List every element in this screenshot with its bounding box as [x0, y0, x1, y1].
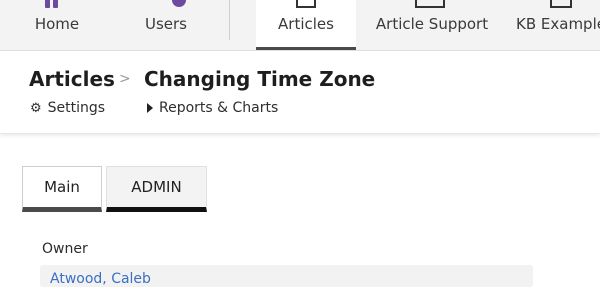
reports-charts-link[interactable]: Reports & Charts	[147, 100, 278, 116]
nav-item-users[interactable]: Users	[130, 0, 202, 50]
page-title: Changing Time Zone	[144, 67, 376, 91]
nav-item-kb-examples[interactable]: KB Examples	[512, 0, 600, 50]
owner-field[interactable]: Atwood, Caleb	[40, 265, 533, 287]
reports-charts-label: Reports & Charts	[159, 100, 279, 116]
nav-label-users: Users	[144, 15, 187, 33]
tab-admin[interactable]: ADMIN	[106, 166, 207, 212]
nav-item-article-support[interactable]: Article Support	[370, 0, 494, 50]
home-icon-part	[53, 0, 58, 8]
nav-label-article-support: Article Support	[375, 15, 489, 33]
nav-item-home[interactable]: Home	[22, 0, 92, 50]
owner-label: Owner	[42, 241, 88, 257]
nav-label-articles: Articles	[278, 15, 334, 33]
nav-label-home: Home	[34, 15, 80, 33]
owner-value-link[interactable]: Atwood, Caleb	[50, 271, 151, 287]
nav-divider	[229, 0, 230, 40]
articles-icon	[296, 0, 316, 8]
tab-main[interactable]: Main	[22, 166, 102, 212]
article-support-icon	[415, 0, 445, 8]
breadcrumb-separator-icon: >	[119, 71, 131, 87]
kb-examples-icon	[550, 0, 572, 8]
caret-right-icon	[147, 103, 153, 113]
breadcrumb-articles[interactable]: Articles	[29, 67, 115, 91]
nav-label-kb-examples: KB Examples	[516, 15, 600, 33]
page-header: Articles > Changing Time Zone ⚙ Settings…	[0, 51, 600, 134]
tab-admin-label: ADMIN	[131, 178, 182, 196]
settings-link[interactable]: ⚙ Settings	[30, 100, 105, 116]
gear-icon: ⚙	[30, 100, 42, 116]
nav-item-articles[interactable]: Articles	[256, 0, 356, 50]
home-icon	[45, 0, 50, 8]
top-navigation: Home Users Articles Article Support KB E…	[0, 0, 600, 51]
settings-label: Settings	[47, 100, 106, 116]
tab-main-label: Main	[44, 178, 80, 196]
